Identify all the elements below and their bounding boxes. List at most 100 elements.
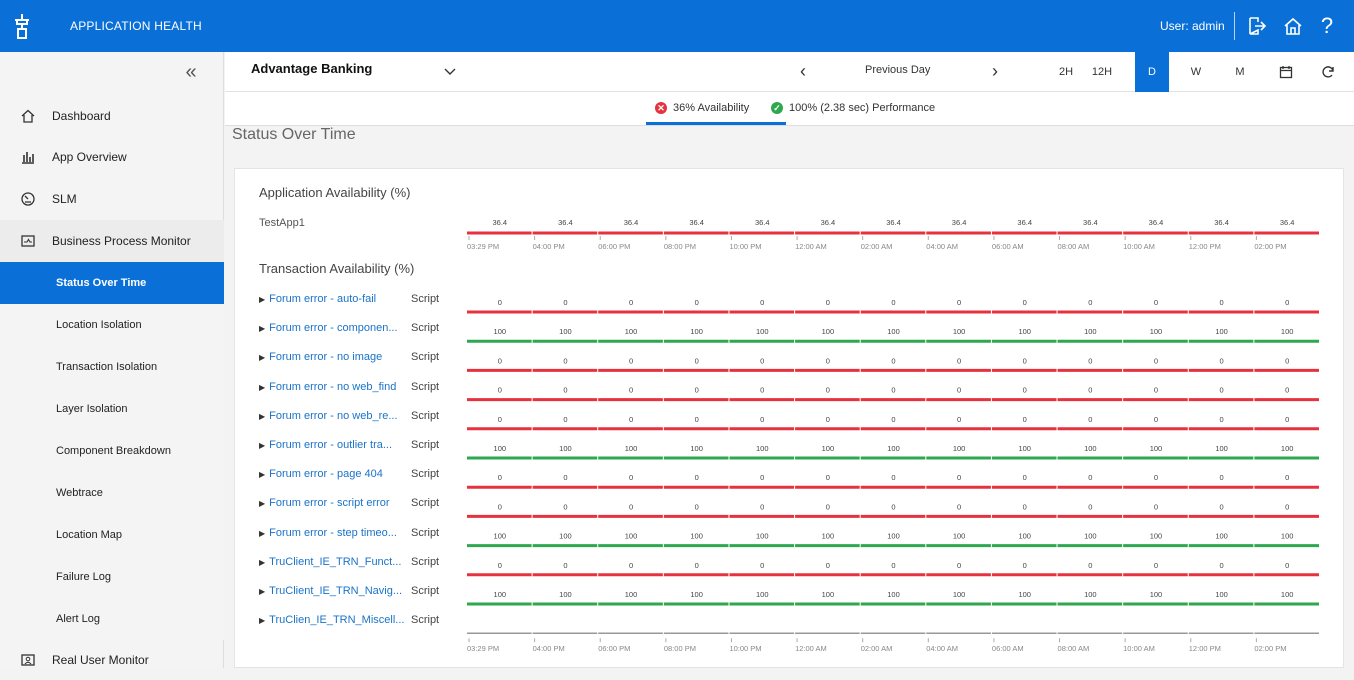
transaction-availability-value: 100 [1150,532,1163,541]
expand-arrow-icon[interactable]: ▶ [259,353,265,362]
user-label[interactable]: User: admin [1160,19,1225,33]
refresh-icon[interactable] [1319,63,1337,81]
sidebar-subitem-alert-log[interactable]: Alert Log [0,598,224,640]
expand-arrow-icon[interactable]: ▶ [259,558,265,567]
logo-icon[interactable] [0,0,44,52]
transaction-availability-value: 0 [760,298,764,307]
expand-arrow-icon[interactable]: ▶ [259,441,265,450]
range-w-button[interactable]: W [1179,52,1213,92]
transaction-availability-value: 0 [1023,561,1027,570]
transaction-availability-value: 0 [826,415,830,424]
calendar-icon[interactable] [1277,63,1295,81]
sidebar-subitem-component-breakdown[interactable]: Component Breakdown [0,430,224,472]
expand-arrow-icon[interactable]: ▶ [259,616,265,625]
help-icon[interactable]: ? [1314,13,1340,39]
expand-arrow-icon[interactable]: ▶ [259,295,265,304]
collapse-sidebar-button[interactable]: « [180,62,202,84]
transaction-type: Script [411,585,440,597]
transaction-availability-value: 100 [494,444,507,453]
sidebar-subitem-layer-isolation[interactable]: Layer Isolation [0,388,224,430]
transaction-availability-value: 100 [822,590,835,599]
app-availability-value: 36.4 [821,218,836,227]
transaction-availability-value: 0 [498,298,502,307]
sidebar-subitem-location-isolation[interactable]: Location Isolation [0,304,224,346]
expand-arrow-icon[interactable]: ▶ [259,383,265,392]
sidebar-subitem-location-map[interactable]: Location Map [0,514,224,556]
transaction-row-name[interactable]: ▶ Forum error - outlier tra... [259,439,392,451]
expand-arrow-icon[interactable]: ▶ [259,499,265,508]
transaction-row-name[interactable]: ▶ Forum error - script error [259,497,390,509]
transaction-row-name[interactable]: ▶ TruClient_IE_TRN_Funct... [259,556,401,568]
sidebar-item-real-user-monitor[interactable]: Real User Monitor [0,640,224,680]
transaction-type: Script [411,409,440,422]
transaction-availability-value: 0 [760,386,764,395]
transaction-availability-value: 0 [563,356,567,365]
transaction-availability-value: 0 [498,561,502,570]
expand-arrow-icon[interactable]: ▶ [259,587,265,596]
next-arrow-button[interactable]: › [985,61,1005,81]
sidebar-item-label: Business Process Monitor [52,234,191,248]
transaction-availability-value: 0 [1285,386,1289,395]
transaction-row-name[interactable]: ▶ Forum error - no web_find [259,381,396,393]
sidebar-item-slm[interactable]: SLM [0,178,224,220]
sidebar-subitem-failure-log[interactable]: Failure Log [0,556,224,598]
transaction-availability-value: 100 [1281,444,1294,453]
expand-arrow-icon[interactable]: ▶ [259,324,265,333]
transaction-row-name[interactable]: ▶ Forum error - componen... [259,322,398,334]
transaction-availability-value: 100 [625,444,638,453]
sidebar-subitem-label: Layer Isolation [56,403,128,415]
transaction-type: Script [411,468,440,481]
previous-day-label[interactable]: Previous Day [865,64,930,76]
transaction-name: Forum error - script error [269,497,390,510]
sidebar-item-app-overview[interactable]: App Overview [0,136,224,178]
sidebar-item-business-process-monitor[interactable]: Business Process Monitor [0,220,224,262]
transaction-row-name[interactable]: ▶ TruClient_IE_TRN_Navig... [259,585,402,597]
transaction-availability-value: 0 [891,356,895,365]
logout-icon[interactable] [1244,13,1270,39]
expand-arrow-icon[interactable]: ▶ [259,529,265,538]
previous-arrow-button[interactable]: ‹ [793,61,813,81]
time-axis-label: 10:00 PM [729,242,761,251]
transaction-availability-value: 100 [953,590,966,599]
transaction-availability-value: 100 [625,532,638,541]
transaction-name: Forum error - no image [269,351,383,364]
sidebar-subitem-status-over-time[interactable]: Status Over Time [0,262,224,304]
transaction-availability-value: 0 [1023,386,1027,395]
transaction-availability-value: 100 [1084,590,1097,599]
transaction-row-name[interactable]: ▶ Forum error - step timeo... [259,527,397,539]
sidebar-subitem-label: Failure Log [56,571,112,583]
range-2h-button[interactable]: 2H [1049,52,1083,92]
sidebar-subitem-transaction-isolation[interactable]: Transaction Isolation [0,346,224,388]
transaction-type: Script [411,526,440,539]
transaction-row-name[interactable]: ▶ Forum error - no web_re... [259,410,398,422]
home-icon [20,108,36,124]
chevron-down-icon[interactable] [443,64,457,78]
transaction-row-name[interactable]: ▶ Forum error - page 404 [259,468,383,480]
sidebar-item-dashboard[interactable]: Dashboard [0,96,224,136]
range-m-button[interactable]: M [1223,52,1257,92]
transaction-name: TruClient_IE_TRN_Navig... [269,585,403,597]
sidebar-subitem-label: Location Isolation [56,319,142,331]
expand-arrow-icon[interactable]: ▶ [259,412,265,421]
transaction-availability-value: 100 [1018,532,1031,541]
sidebar-subitem-webtrace[interactable]: Webtrace [0,472,224,514]
time-axis-label: 12:00 PM [1189,242,1221,251]
availability-tab[interactable]: ✕ 36% Availability [655,102,749,114]
transaction-availability-value: 0 [563,502,567,511]
home-icon[interactable] [1280,13,1306,39]
performance-tab[interactable]: ✓ 100% (2.38 sec) Performance [771,102,935,114]
transaction-availability-value: 0 [760,502,764,511]
range-d-button[interactable]: D [1135,52,1169,92]
application-selector[interactable]: Advantage Banking [251,61,372,76]
transaction-availability-value: 100 [1018,327,1031,336]
range-12h-button[interactable]: 12H [1085,52,1119,92]
transaction-availability-value: 100 [1150,444,1163,453]
transaction-row-name[interactable]: ▶ TruClien_IE_TRN_Miscell... [259,614,404,626]
transaction-availability-value: 0 [826,386,830,395]
expand-arrow-icon[interactable]: ▶ [259,470,265,479]
transaction-availability-value: 0 [1088,298,1092,307]
transaction-row-name[interactable]: ▶ Forum error - no image [259,351,382,363]
transaction-availability-value: 0 [1219,386,1223,395]
transaction-row-name[interactable]: ▶ Forum error - auto-fail [259,293,376,305]
app-row-name[interactable]: TestApp1 [259,217,305,229]
